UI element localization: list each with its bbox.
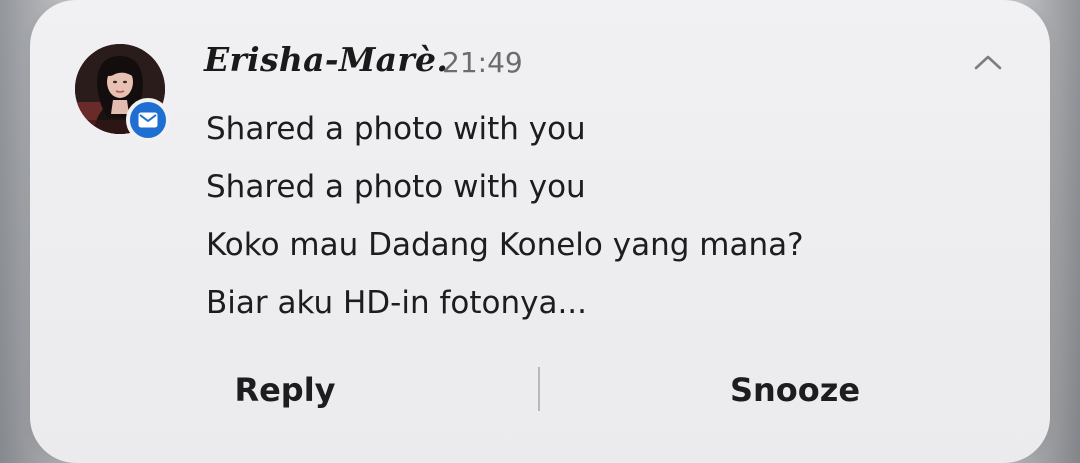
- notification-time: 21:49: [442, 46, 523, 79]
- action-bar: Reply Snooze: [30, 355, 1050, 425]
- notification-card[interactable]: Erisha-Marè. 21:49 Shared a photo with y…: [30, 0, 1050, 463]
- sender-name: Erisha-Marè.: [204, 40, 449, 79]
- chevron-up-icon: [974, 55, 1002, 70]
- mail-icon: [138, 112, 158, 128]
- snooze-button[interactable]: Snooze: [640, 355, 950, 425]
- message-line: Shared a photo with you: [206, 169, 586, 205]
- message-list: Shared a photo with you Shared a photo w…: [206, 100, 1026, 332]
- mail-app-badge: [126, 98, 170, 142]
- message-line: Koko mau Dadang Konelo yang mana?: [206, 227, 804, 263]
- collapse-button[interactable]: [968, 44, 1008, 80]
- message-line: Shared a photo with you: [206, 111, 586, 147]
- action-divider: [538, 367, 540, 411]
- reply-button[interactable]: Reply: [130, 355, 440, 425]
- message-line: Biar aku HD-in fotonya...: [206, 285, 588, 321]
